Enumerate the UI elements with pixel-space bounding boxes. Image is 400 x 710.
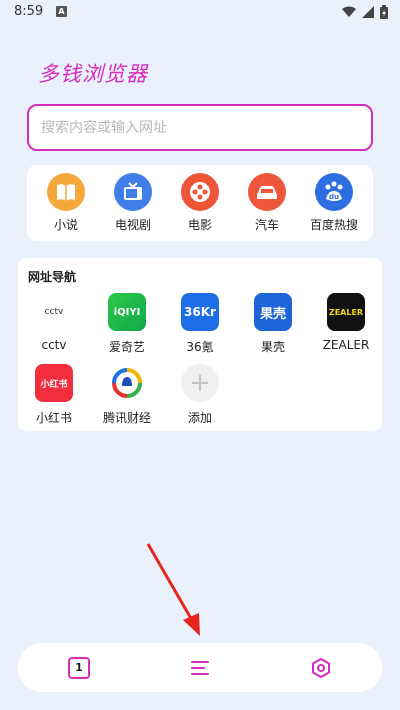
iqiyi-logo-icon: iQIYI: [108, 293, 146, 331]
site-36kr[interactable]: 36Kr 36氪: [167, 293, 233, 355]
book-icon: [47, 173, 85, 211]
guokr-logo-text: 果壳: [259, 306, 286, 322]
menu-icon: [191, 661, 209, 675]
menu-button[interactable]: [187, 655, 213, 681]
quick-link-baidu-hot[interactable]: du 百度热搜: [304, 173, 364, 233]
bottom-toolbar: 1: [18, 643, 382, 692]
quick-link-movie[interactable]: 电影: [170, 173, 230, 233]
36kr-logo-icon: 36Kr: [181, 293, 219, 331]
quick-link-label: 电影: [187, 218, 212, 232]
site-nav-title: 网址导航: [28, 270, 77, 284]
search-input[interactable]: [41, 106, 361, 149]
site-label: ZEALER: [322, 338, 370, 352]
cctv-logo-icon: cctv: [35, 293, 73, 331]
site-label: 腾讯财经: [102, 411, 151, 425]
quick-link-label: 汽车: [254, 218, 279, 232]
baidu-paw-icon: du: [315, 173, 353, 211]
battery-icon: [380, 5, 388, 19]
add-icon-glyph: +: [189, 368, 211, 398]
hexagon-settings-icon: [312, 658, 330, 678]
tv-icon: [114, 173, 152, 211]
quick-link-car[interactable]: 汽车: [237, 173, 297, 233]
status-bar: 8:59 A: [0, 0, 400, 26]
site-iqiyi[interactable]: iQIYI 爱奇艺: [94, 293, 160, 355]
site-guokr[interactable]: 果壳 果壳: [240, 293, 306, 355]
cctv-logo-text: cctv: [44, 307, 64, 317]
quick-link-label: 小说: [53, 218, 78, 232]
film-reel-icon: [181, 173, 219, 211]
zealer-logo-text: ZEALER: [328, 307, 364, 317]
guokr-logo-icon: 果壳: [254, 293, 292, 331]
wifi-icon: [342, 6, 356, 17]
site-zealer[interactable]: ZEALER ZEALER: [313, 293, 379, 352]
site-nav-card: 网址导航 cctv cctv iQIYI 爱奇艺 36Kr 36氪 果壳 果壳 …: [18, 258, 382, 431]
xiaohongshu-logo-text: 小红书: [40, 379, 68, 390]
tabs-button[interactable]: 1: [66, 655, 92, 681]
signal-icon: [362, 6, 374, 18]
settings-button[interactable]: [308, 655, 334, 681]
search-box[interactable]: [27, 104, 373, 151]
site-xiaohongshu[interactable]: 小红书 小红书: [21, 364, 87, 426]
site-add[interactable]: + 添加: [167, 364, 233, 426]
site-label: cctv: [41, 338, 67, 352]
tab-count: 1: [68, 657, 90, 679]
site-tencent-finance[interactable]: 腾讯财经: [94, 364, 160, 426]
status-time: 8:59: [14, 4, 44, 19]
xiaohongshu-logo-icon: 小红书: [35, 364, 73, 402]
quick-link-tv[interactable]: 电视剧: [103, 173, 163, 233]
site-label: 爱奇艺: [108, 340, 145, 354]
status-icons: [342, 5, 388, 19]
site-cctv[interactable]: cctv cctv: [21, 293, 87, 352]
quick-link-novel[interactable]: 小说: [36, 173, 96, 233]
tencent-finance-logo-icon: [108, 364, 146, 402]
site-label: 果壳: [260, 340, 285, 354]
add-icon: +: [181, 364, 219, 402]
site-label: 小红书: [35, 411, 72, 425]
quick-link-label: 电视剧: [114, 218, 151, 232]
site-label: 36氪: [186, 340, 214, 354]
notification-icon: A: [56, 6, 67, 17]
app-title: 多钱浏览器: [38, 62, 148, 86]
site-label: 添加: [187, 411, 212, 425]
36kr-logo-text: 36Kr: [184, 305, 216, 319]
iqiyi-logo-text: iQIYI: [113, 306, 141, 318]
quick-links-card: 小说 电视剧 电影 汽车 du 百度热搜: [27, 165, 373, 241]
zealer-logo-icon: ZEALER: [327, 293, 365, 331]
svg-text:du: du: [329, 193, 339, 201]
car-icon: [248, 173, 286, 211]
quick-link-label: 百度热搜: [309, 218, 358, 232]
